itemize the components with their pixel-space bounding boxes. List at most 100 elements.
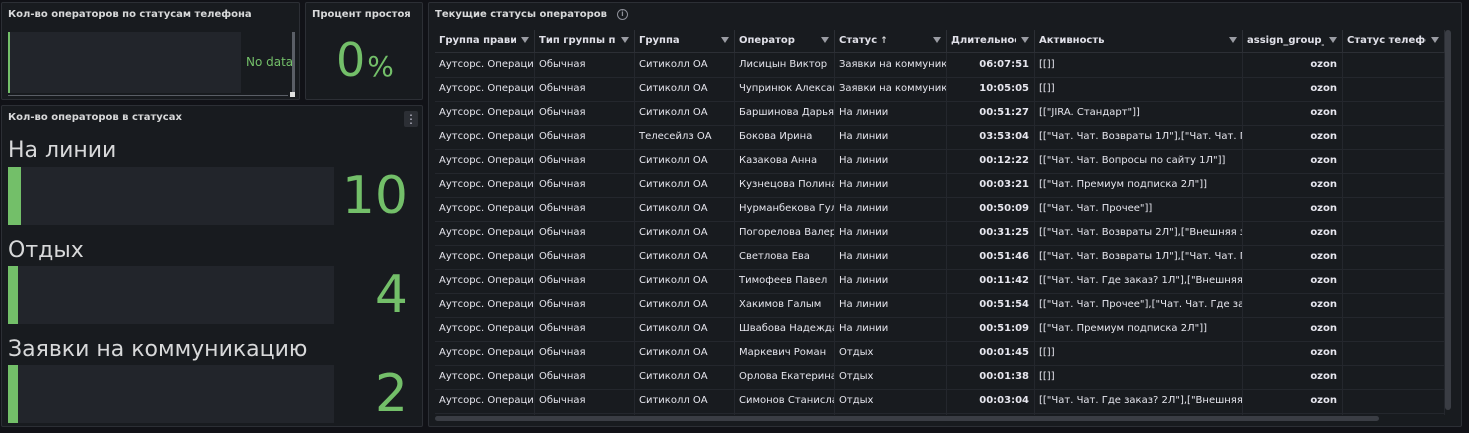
table-cell: Обычная [535, 197, 635, 221]
table-row[interactable]: Аутсорс. ОперационныйОбычнаяСитиколл ОАО… [435, 365, 1445, 390]
table-cell: Баршинова Дарья [735, 101, 835, 125]
table-cell: ozon [1243, 53, 1343, 77]
bar-value: 2 [374, 364, 408, 424]
table-header: Группа правил Тип группы правил Группа Опер… [435, 30, 1445, 53]
table-cell: Обычная [535, 77, 635, 101]
table-row[interactable]: Аутсорс. ОперационныйОбычнаяСитиколл ОАС… [435, 245, 1445, 270]
bar-track [8, 266, 334, 324]
table-cell: Обычная [535, 221, 635, 245]
filter-icon[interactable] [1329, 37, 1337, 43]
table-row[interactable]: Аутсорс. ОперационныйОбычнаяСитиколл ОАС… [435, 389, 1445, 414]
table-cell: Ситиколл ОА [635, 413, 735, 415]
table-row[interactable]: Аутсорс. ОперационныйОбычнаяСитиколл ОАХ… [435, 293, 1445, 318]
table-cell: 00:01:38 [947, 365, 1035, 389]
column-header[interactable]: Статус ↑ [835, 30, 947, 52]
table-row[interactable]: Аутсорс. ОперационныйОбычнаяСитиколл ОАП… [435, 221, 1445, 246]
table-cell: ozon [1243, 221, 1343, 245]
vertical-scrollbar[interactable] [292, 32, 295, 94]
bar-track [8, 167, 334, 225]
table-cell: Обычная [535, 317, 635, 341]
table-cell: На линии [835, 173, 947, 197]
status-counts-panel: Кол-во операторов в статусах ⋮ На линии … [1, 105, 423, 427]
table-cell: Обычная [535, 293, 635, 317]
table-cell: На линии [835, 221, 947, 245]
table-cell: Аутсорс. Операционный [435, 245, 535, 269]
column-header[interactable]: Активность [1035, 30, 1243, 52]
table-cell: Отдых [835, 365, 947, 389]
panel-menu-icon[interactable]: ⋮ [404, 111, 418, 127]
column-header-label: assign_group_ticket [1247, 35, 1324, 46]
table-cell: Симонов Станислав [735, 389, 835, 413]
filter-icon[interactable] [521, 37, 529, 43]
horizontal-scrollbar[interactable] [435, 416, 1379, 421]
table-row[interactable]: Аутсорс. ОперационныйОбычнаяСитиколл ОАШ… [435, 317, 1445, 342]
table-row[interactable]: Аутсорс. ОперационныйОбычнаяСитиколл ОА [435, 413, 1445, 415]
column-header[interactable]: Группа [635, 30, 735, 52]
column-header[interactable]: assign_group_ticket [1243, 30, 1343, 52]
bar-track [8, 365, 334, 423]
table-cell: Аутсорс. Операционный [435, 341, 535, 365]
table-cell: Отдых [835, 341, 947, 365]
table-cell: [[]] [1035, 77, 1243, 101]
table-cell: 06:07:51 [947, 53, 1035, 77]
scrollbar-thumb[interactable] [1445, 30, 1451, 410]
table-row[interactable]: Аутсорс. ОперационныйОбычнаяСитиколл ОАК… [435, 149, 1445, 174]
table-cell: [["Чат. Чат. Вопросы по сайту 1Л"]] [1035, 149, 1243, 173]
horizontal-scrollbar[interactable] [8, 95, 288, 96]
sort-asc-icon[interactable]: ↑ [880, 36, 888, 46]
table-cell: Обычная [535, 125, 635, 149]
column-header[interactable]: Оператор [735, 30, 835, 52]
filter-icon[interactable] [1021, 37, 1029, 43]
table-cell: Ситиколл ОА [635, 53, 735, 77]
table-cell: Погорелова Валерия [735, 221, 835, 245]
bar-value: 10 [341, 166, 408, 226]
table-cell: Ситиколл ОА [635, 221, 735, 245]
table-row[interactable]: Аутсорс. ОперационныйОбычнаяСитиколл ОАТ… [435, 269, 1445, 294]
filter-icon[interactable] [933, 37, 941, 43]
filter-icon[interactable] [721, 37, 729, 43]
table-cell: ozon [1243, 341, 1343, 365]
filter-icon[interactable] [1229, 37, 1237, 43]
filter-icon[interactable] [821, 37, 829, 43]
resize-handle-icon[interactable] [290, 92, 295, 97]
table-cell [1343, 197, 1445, 221]
table-cell: Нурманбекова Гульнара [735, 197, 835, 221]
table-cell: [[]] [1035, 341, 1243, 365]
table-cell: Заявки на коммуникацию [835, 53, 947, 77]
table-cell [1343, 245, 1445, 269]
column-header[interactable]: Длительность [947, 30, 1035, 52]
filter-icon[interactable] [1431, 37, 1439, 43]
table-row[interactable]: Аутсорс. ОперационныйОбычнаяСитиколл ОАК… [435, 173, 1445, 198]
filter-icon[interactable] [621, 37, 629, 43]
current-statuses-panel: Текущие статусы операторов i Группа прави… [428, 2, 1462, 427]
table-cell: ozon [1243, 197, 1343, 221]
table-cell: Ситиколл ОА [635, 245, 735, 269]
bar-fill [8, 266, 18, 324]
table-cell: 10:05:05 [947, 77, 1035, 101]
panel-title: Процент простоя [312, 9, 411, 20]
table-cell: Ситиколл ОА [635, 293, 735, 317]
column-header[interactable]: Статус телефона [1343, 30, 1445, 52]
table-row[interactable]: Аутсорс. ОперационныйОбычнаяСитиколл ОАЛ… [435, 53, 1445, 78]
table-cell: ozon [1243, 293, 1343, 317]
table-row[interactable]: Аутсорс. ОперационныйОбычнаяТелесейлз ОА… [435, 125, 1445, 150]
table-row[interactable]: Аутсорс. ОперационныйОбычнаяСитиколл ОАБ… [435, 101, 1445, 126]
table-row[interactable]: Аутсорс. ОперационныйОбычнаяСитиколл ОАЧ… [435, 77, 1445, 102]
table-cell: На линии [835, 125, 947, 149]
table-cell: Кузнецова Полина [735, 173, 835, 197]
table-row[interactable]: Аутсорс. ОперационныйОбычнаяСитиколл ОАМ… [435, 341, 1445, 366]
table-cell: ozon [1243, 269, 1343, 293]
table-cell: Ситиколл ОА [635, 269, 735, 293]
bar-label: Заявки на коммуникацию [8, 337, 308, 362]
table-row[interactable]: Аутсорс. ОперационныйОбычнаяСитиколл ОАН… [435, 197, 1445, 222]
column-header[interactable]: Группа правил [435, 30, 535, 52]
column-header[interactable]: Тип группы правил [535, 30, 635, 52]
table-cell: Швабова Надежда [735, 317, 835, 341]
table-cell: Обычная [535, 389, 635, 413]
bar-fill [8, 167, 22, 225]
table-cell: Ситиколл ОА [635, 389, 735, 413]
column-header-label: Статус телефона [1347, 35, 1426, 46]
info-icon[interactable]: i [616, 9, 628, 20]
table-cell: 00:51:27 [947, 101, 1035, 125]
vertical-scrollbar[interactable] [1445, 30, 1451, 410]
